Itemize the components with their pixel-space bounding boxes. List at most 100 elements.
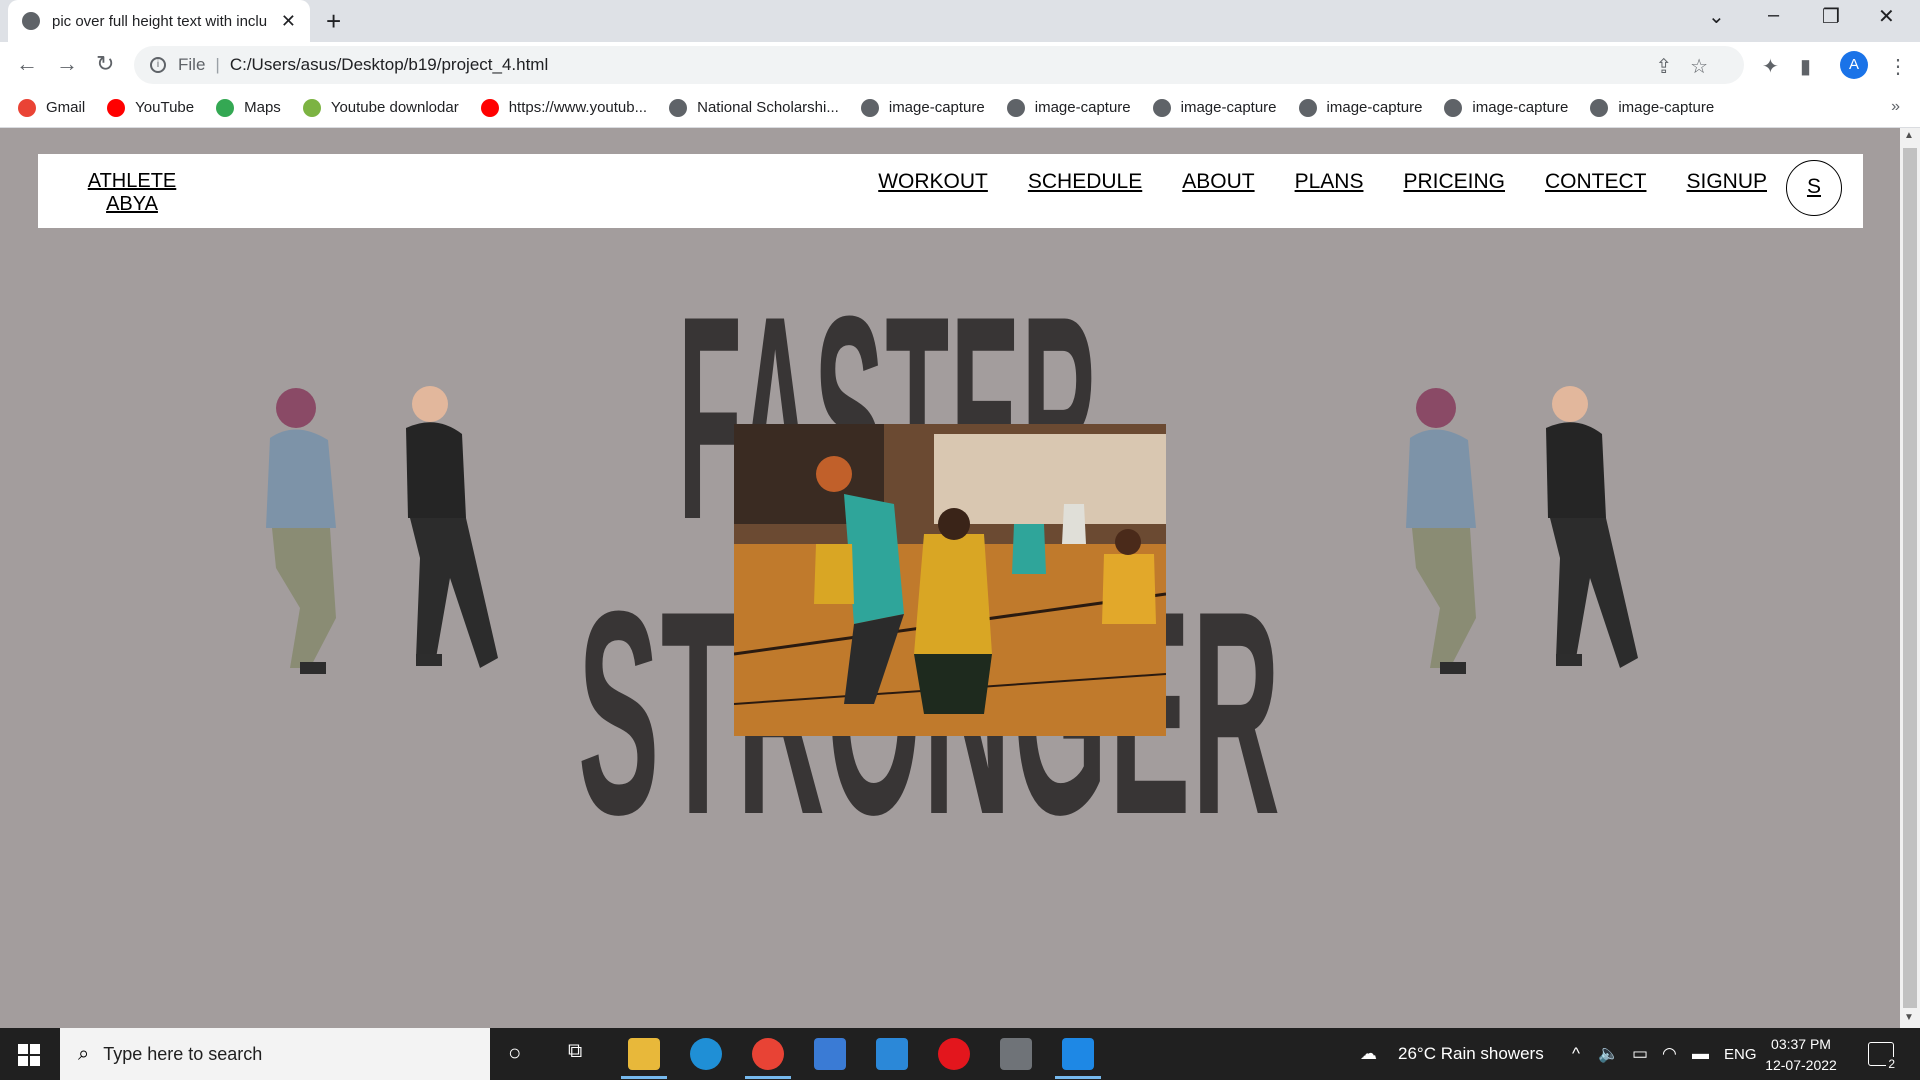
- notification-count: 2: [1886, 1057, 1897, 1071]
- close-tab-icon[interactable]: ✕: [281, 11, 296, 32]
- bookmark-item[interactable]: Gmail: [18, 98, 86, 117]
- new-tab-button[interactable]: +: [326, 6, 341, 37]
- battery-icon[interactable]: ▬: [1692, 1044, 1709, 1064]
- bookmark-item[interactable]: National Scholarshi...: [669, 98, 839, 117]
- site-navbar: ATHLETE ABYA WORKOUT SCHEDULE ABOUT PLAN…: [38, 154, 1863, 228]
- side-panel-icon[interactable]: ▮: [1800, 54, 1811, 79]
- taskbar-search-box[interactable]: ⌕ Type here to search: [60, 1028, 490, 1080]
- globe-icon: [1152, 98, 1171, 117]
- menu-icon[interactable]: ⋮: [1888, 54, 1908, 79]
- bookmark-item[interactable]: image-capture: [1298, 98, 1423, 117]
- bookmark-label: image-capture: [1618, 99, 1715, 116]
- bookmark-item[interactable]: Maps: [216, 98, 281, 117]
- tray-chevron-icon[interactable]: ^: [1572, 1044, 1580, 1064]
- weather-text[interactable]: 26°C Rain showers: [1398, 1044, 1544, 1064]
- bookmarks-bar: Gmail YouTube Maps Youtube downlodar https:/…: [0, 88, 1920, 128]
- bookmark-item[interactable]: image-capture: [860, 98, 985, 117]
- browser-tabstrip: pic over full height text with inclu ✕ +…: [0, 0, 1920, 42]
- extensions-icon[interactable]: ✦: [1762, 54, 1779, 79]
- nav-about[interactable]: ABOUT: [1182, 170, 1254, 194]
- bookmark-label: image-capture: [888, 99, 985, 116]
- address-bar[interactable]: i File | C:/Users/asus/Desktop/b19/proje…: [134, 46, 1744, 84]
- minimize-button[interactable]: –: [1768, 4, 1779, 27]
- page-scrollbar[interactable]: ▲ ▼: [1900, 128, 1920, 1028]
- taskbar-search-placeholder: Type here to search: [103, 1043, 263, 1064]
- bookmark-label: image-capture: [1326, 99, 1423, 116]
- browser-toolbar: ← → ↻ i File | C:/Users/asus/Desktop/b19…: [0, 42, 1920, 88]
- calculator-icon[interactable]: [1000, 1038, 1032, 1070]
- info-icon[interactable]: i: [150, 57, 166, 73]
- tab-title: pic over full height text with inclu: [52, 12, 268, 30]
- bookmark-label: Gmail: [46, 99, 86, 116]
- store-icon[interactable]: [814, 1038, 846, 1070]
- forward-button[interactable]: →: [56, 51, 78, 77]
- url-scheme: File: [178, 55, 206, 74]
- chrome-indicator: [745, 1076, 791, 1079]
- nav-schedule[interactable]: SCHEDULE: [1028, 170, 1142, 194]
- url-separator: |: [215, 55, 220, 74]
- page-viewport: ATHLETE ABYA WORKOUT SCHEDULE ABOUT PLAN…: [0, 128, 1900, 1028]
- logo-line2: ABYA: [106, 193, 158, 215]
- globe-icon: [860, 98, 879, 117]
- weather-icon[interactable]: ☁: [1360, 1044, 1377, 1064]
- windows-start-icon[interactable]: [18, 1044, 40, 1066]
- browser-tab[interactable]: pic over full height text with inclu ✕: [8, 0, 310, 42]
- globe-icon: [22, 12, 40, 30]
- cortana-icon[interactable]: ○: [508, 1040, 521, 1066]
- tab-search-icon[interactable]: ⌄: [1708, 4, 1725, 29]
- profile-avatar[interactable]: A: [1840, 51, 1868, 79]
- restore-button[interactable]: ❐: [1822, 4, 1840, 29]
- download-icon: [302, 98, 321, 117]
- nav-signup[interactable]: SIGNUP: [1686, 170, 1767, 194]
- back-button[interactable]: ←: [16, 51, 38, 77]
- user-avatar-button[interactable]: S: [1786, 160, 1842, 216]
- youtube-icon: [107, 98, 126, 117]
- nav-contect[interactable]: CONTECT: [1545, 170, 1647, 194]
- volume-icon[interactable]: 🔈: [1598, 1044, 1619, 1064]
- bookmark-label: National Scholarshi...: [697, 99, 839, 116]
- nav-priceing[interactable]: PRICEING: [1403, 170, 1505, 194]
- scrollbar-thumb[interactable]: [1903, 148, 1917, 1008]
- meet-icon[interactable]: ▭: [1632, 1044, 1648, 1064]
- globe-icon: [1590, 98, 1609, 117]
- opera-icon[interactable]: [938, 1038, 970, 1070]
- file-explorer-indicator: [621, 1076, 667, 1079]
- close-window-button[interactable]: ✕: [1878, 4, 1895, 29]
- task-view-icon[interactable]: ⧉: [568, 1040, 582, 1063]
- clock-date: 12-07-2022: [1765, 1057, 1837, 1073]
- players-image-right: [1406, 386, 1638, 674]
- vscode-indicator: [1055, 1076, 1101, 1079]
- bookmark-item[interactable]: image-capture: [1006, 98, 1131, 117]
- scroll-up-icon[interactable]: ▲: [1904, 130, 1914, 141]
- taskbar-clock[interactable]: 03:37 PM 12-07-2022: [1756, 1034, 1846, 1076]
- scroll-down-icon[interactable]: ▼: [1904, 1012, 1914, 1023]
- bookmark-item[interactable]: image-capture: [1590, 98, 1715, 117]
- chrome-icon[interactable]: [752, 1038, 784, 1070]
- mail-icon[interactable]: [876, 1038, 908, 1070]
- clock-time: 03:37 PM: [1771, 1036, 1831, 1052]
- language-indicator[interactable]: ENG: [1724, 1046, 1757, 1063]
- network-icon[interactable]: ◠: [1662, 1044, 1677, 1064]
- bookmark-item[interactable]: image-capture: [1152, 98, 1277, 117]
- globe-icon: [1444, 98, 1463, 117]
- edge-icon[interactable]: [690, 1038, 722, 1070]
- bookmark-label: Youtube downlodar: [330, 99, 459, 116]
- notification-center-icon[interactable]: 2: [1868, 1042, 1897, 1071]
- bookmark-item[interactable]: Youtube downlodar: [302, 98, 459, 117]
- bookmark-item[interactable]: YouTube: [107, 98, 194, 117]
- more-bookmarks-button[interactable]: »: [1891, 98, 1900, 116]
- url-text[interactable]: C:/Users/asus/Desktop/b19/project_4.html: [230, 55, 548, 75]
- file-explorer-icon[interactable]: [628, 1038, 660, 1070]
- nav-workout[interactable]: WORKOUT: [878, 170, 988, 194]
- maps-icon: [216, 98, 235, 117]
- vscode-icon[interactable]: [1062, 1038, 1094, 1070]
- logo-line1: ATHLETE: [87, 170, 177, 192]
- reload-button[interactable]: ↻: [96, 51, 114, 77]
- nav-plans[interactable]: PLANS: [1295, 170, 1364, 194]
- share-bookmark-icons[interactable]: ⇪☆: [1655, 54, 1726, 79]
- bookmark-item[interactable]: image-capture: [1444, 98, 1568, 117]
- globe-icon: [1006, 98, 1025, 117]
- site-logo[interactable]: ATHLETE ABYA: [82, 170, 182, 216]
- bookmark-item[interactable]: https://www.youtub...: [480, 98, 647, 117]
- players-image-left: [266, 386, 498, 674]
